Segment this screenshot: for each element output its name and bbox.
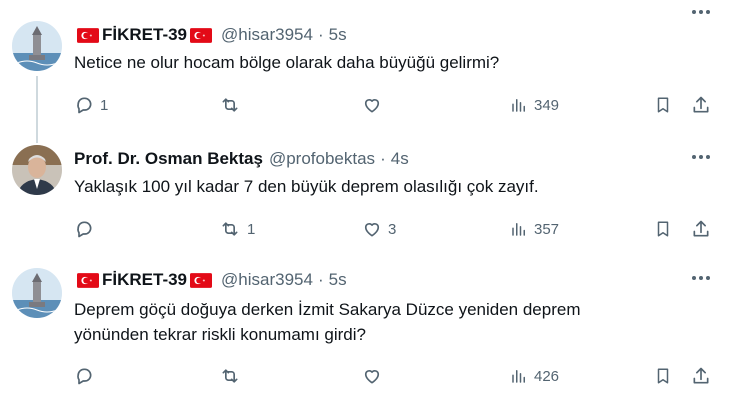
avatar[interactable] [12, 145, 62, 195]
views-count: 426 [534, 367, 560, 385]
separator-dot: · [317, 25, 324, 44]
tweet-text: Netice ne olur hocam bölge olarak daha b… [74, 53, 500, 72]
like-count: 3 [388, 220, 397, 238]
tweet-text: Yaklaşık 100 yıl kadar 7 den büyük depre… [74, 177, 539, 196]
heart-icon [364, 99, 380, 113]
retweet-icon [222, 369, 238, 383]
retweet-icon [222, 222, 238, 236]
like-button[interactable]: 3 [362, 217, 396, 241]
like-button[interactable] [362, 364, 388, 388]
tweet-text-line-2: yönünden tekrar riskli konumamı girdi? [74, 325, 366, 344]
retweet-button[interactable]: 1 [219, 217, 255, 241]
views-button[interactable]: 349 [510, 93, 559, 117]
share-button[interactable] [691, 364, 711, 388]
action-bar: 1 349 [74, 93, 724, 117]
action-bar: 1 3 357 [74, 217, 724, 241]
bookmark-icon [657, 97, 669, 113]
handle[interactable]: @hisar3954 [221, 25, 313, 45]
tweet-3[interactable]: FİKRET-39 @hisar3954 · 5s Deprem göçü do… [0, 260, 730, 420]
views-count: 349 [534, 96, 560, 114]
bookmark-button[interactable] [654, 93, 672, 117]
reply-button[interactable]: 1 [74, 93, 108, 117]
share-icon [693, 367, 709, 384]
reply-count: 1 [100, 96, 109, 114]
tweet-header: Prof. Dr. Osman Bektaş @profobektas · 4s [74, 146, 409, 172]
timestamp[interactable]: 5s [329, 270, 347, 290]
share-icon [693, 220, 709, 237]
share-button[interactable] [691, 93, 711, 117]
bookmark-icon [657, 221, 669, 237]
reply-icon [77, 97, 92, 114]
thread-line [36, 130, 38, 143]
views-button[interactable]: 357 [510, 217, 559, 241]
views-button[interactable]: 426 [510, 364, 559, 388]
bookmark-button[interactable] [654, 217, 672, 241]
thread-line [36, 76, 38, 130]
tweet-1[interactable]: FİKRET-39 @hisar3954 · 5s Netice ne olur… [0, 0, 730, 130]
timestamp[interactable]: 4s [391, 149, 409, 169]
retweet-button[interactable] [219, 93, 247, 117]
display-name[interactable]: FİKRET-39 [74, 270, 215, 290]
heart-icon [364, 370, 380, 384]
separator-dot: · [317, 270, 324, 289]
tweet-header: FİKRET-39 @hisar3954 · 5s [74, 267, 347, 293]
heart-icon [364, 223, 380, 237]
display-name[interactable]: FİKRET-39 [74, 25, 215, 45]
turkish-flag-icon [77, 27, 99, 43]
share-icon [693, 96, 709, 113]
retweet-button[interactable] [219, 364, 247, 388]
views-chart-icon [512, 99, 525, 112]
tweet-2[interactable]: Prof. Dr. Osman Bektaş @profobektas · 4s… [0, 130, 730, 260]
views-count: 357 [534, 220, 560, 238]
action-bar: 426 [74, 364, 724, 388]
handle[interactable]: @hisar3954 [221, 270, 313, 290]
display-name-text: FİKRET-39 [102, 270, 188, 289]
bookmark-icon [657, 368, 669, 384]
share-button[interactable] [691, 217, 711, 241]
maiden-tower-icon [12, 268, 62, 318]
more-options-icon[interactable] [690, 147, 712, 167]
turkish-flag-icon [190, 272, 213, 288]
views-chart-icon [512, 223, 525, 236]
retweet-count: 1 [247, 220, 256, 238]
maiden-tower-icon [12, 21, 62, 71]
turkish-flag-icon [77, 272, 99, 288]
avatar[interactable] [12, 268, 62, 318]
like-button[interactable] [362, 93, 388, 117]
reply-button[interactable] [74, 364, 100, 388]
display-name-text: FİKRET-39 [102, 25, 188, 44]
turkish-flag-icon [190, 27, 213, 43]
tweet-header: FİKRET-39 @hisar3954 · 5s [74, 22, 347, 48]
more-options-icon[interactable] [690, 2, 712, 22]
retweet-icon [222, 98, 238, 112]
handle[interactable]: @profobektas [269, 149, 375, 169]
avatar[interactable] [12, 21, 62, 71]
reply-button[interactable] [74, 217, 100, 241]
views-chart-icon [512, 370, 525, 383]
profile-photo [12, 145, 62, 195]
reply-icon [77, 221, 92, 238]
reply-icon [77, 368, 92, 385]
more-options-icon[interactable] [690, 268, 712, 288]
tweet-text-line-1: Deprem göçü doğuya derken İzmit Sakarya … [74, 300, 581, 319]
tweet-text: Deprem göçü doğuya derken İzmit Sakarya … [74, 297, 694, 347]
display-name[interactable]: Prof. Dr. Osman Bektaş [74, 149, 263, 169]
timestamp[interactable]: 5s [329, 25, 347, 45]
separator-dot: · [380, 149, 386, 168]
bookmark-button[interactable] [654, 364, 672, 388]
